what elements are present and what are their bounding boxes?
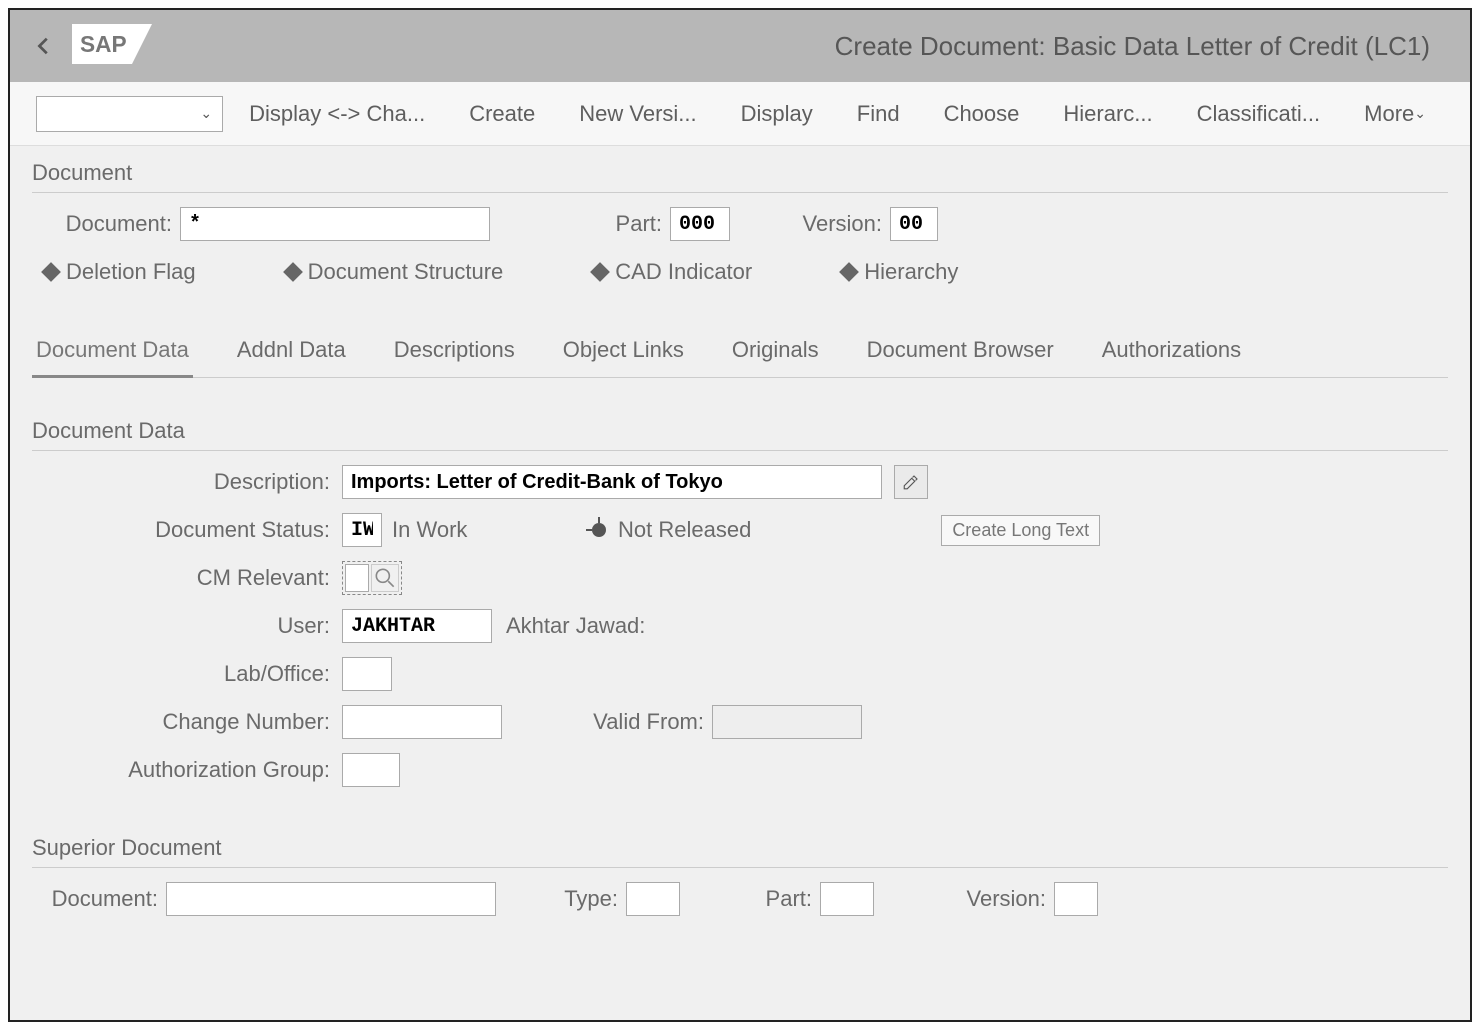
- tb-create[interactable]: Create: [451, 95, 553, 133]
- superior-document-section: Superior Document Document: Type: Part: …: [32, 835, 1448, 916]
- document-input[interactable]: [180, 207, 490, 241]
- auth-label: Authorization Group:: [32, 757, 342, 783]
- tb-more[interactable]: More⌄: [1346, 95, 1444, 133]
- tb-choose[interactable]: Choose: [926, 95, 1038, 133]
- sup-version-input[interactable]: [1054, 882, 1098, 916]
- tab-addnl-data[interactable]: Addnl Data: [233, 329, 350, 377]
- document-heading: Document: [32, 160, 1448, 186]
- svg-text:SAP: SAP: [80, 31, 127, 57]
- valid-from-input: [712, 705, 862, 739]
- tb-more-label: More: [1364, 101, 1414, 127]
- cm-search-button[interactable]: [371, 564, 399, 592]
- diamond-icon: [283, 262, 303, 282]
- tb-hierarchy[interactable]: Hierarc...: [1045, 95, 1170, 133]
- chevron-down-icon: ⌄: [1414, 105, 1426, 122]
- content-area: Document Document: Part: Version: Deleti…: [10, 146, 1470, 1020]
- titlebar: SAP Create Document: Basic Data Letter o…: [10, 10, 1470, 82]
- tb-display[interactable]: Display: [723, 95, 831, 133]
- create-long-text-button[interactable]: Create Long Text: [941, 515, 1100, 546]
- tb-classification[interactable]: Classificati...: [1179, 95, 1338, 133]
- page-title: Create Document: Basic Data Letter of Cr…: [835, 31, 1430, 62]
- not-released-text: Not Released: [618, 517, 751, 543]
- tab-document-data[interactable]: Document Data: [32, 329, 193, 378]
- divider: [32, 192, 1448, 193]
- chevron-down-icon: ⌄: [200, 105, 212, 122]
- document-data-section: Document Data Description: Document Stat…: [32, 418, 1448, 787]
- part-label: Part:: [490, 211, 670, 237]
- tab-strip: Document Data Addnl Data Descriptions Ob…: [32, 329, 1448, 378]
- toolbar-dropdown[interactable]: ⌄: [36, 96, 223, 132]
- docdata-heading: Document Data: [32, 418, 1448, 444]
- pencil-icon: [902, 473, 920, 491]
- authorization-group-input[interactable]: [342, 753, 400, 787]
- change-label: Change Number:: [32, 709, 342, 735]
- tab-descriptions[interactable]: Descriptions: [390, 329, 519, 377]
- app-window: SAP Create Document: Basic Data Letter o…: [8, 8, 1472, 1022]
- sap-logo: SAP: [72, 24, 152, 69]
- lab-input[interactable]: [342, 657, 392, 691]
- tab-object-links[interactable]: Object Links: [559, 329, 688, 377]
- sup-version-label: Version:: [874, 886, 1054, 912]
- tb-new-version[interactable]: New Versi...: [561, 95, 714, 133]
- superior-heading: Superior Document: [32, 835, 1448, 861]
- lab-label: Lab/Office:: [32, 661, 342, 687]
- diamond-icon: [590, 262, 610, 282]
- divider: [32, 867, 1448, 868]
- document-section: Document Document: Part: Version: Deleti…: [32, 160, 1448, 285]
- sup-type-input[interactable]: [626, 882, 680, 916]
- user-name-text: Akhtar Jawad:: [506, 613, 645, 639]
- version-input[interactable]: [890, 207, 938, 241]
- indicator-deletion-flag[interactable]: Deletion Flag: [44, 259, 196, 285]
- cm-relevant-wrapper: [342, 561, 402, 595]
- part-input[interactable]: [670, 207, 730, 241]
- valid-from-label: Valid From:: [502, 709, 712, 735]
- indicator-cad[interactable]: CAD Indicator: [593, 259, 752, 285]
- status-dot-icon: [592, 523, 606, 537]
- description-input[interactable]: [342, 465, 882, 499]
- indicator-hierarchy[interactable]: Hierarchy: [842, 259, 958, 285]
- sup-part-label: Part:: [680, 886, 820, 912]
- diamond-icon: [839, 262, 859, 282]
- cm-relevant-input[interactable]: [345, 564, 369, 592]
- sup-document-label: Document:: [46, 886, 166, 912]
- back-button[interactable]: [26, 28, 62, 64]
- tab-document-browser[interactable]: Document Browser: [863, 329, 1058, 377]
- description-label: Description:: [32, 469, 342, 495]
- document-label: Document:: [60, 211, 180, 237]
- status-text: In Work: [392, 517, 592, 543]
- chevron-left-icon: [33, 35, 55, 57]
- status-code-input[interactable]: [342, 513, 382, 547]
- user-label: User:: [32, 613, 342, 639]
- indicator-row: Deletion Flag Document Structure CAD Ind…: [32, 249, 1448, 285]
- toolbar: ⌄ Display <-> Cha... Create New Versi...…: [10, 82, 1470, 146]
- diamond-icon: [41, 262, 61, 282]
- sup-document-input[interactable]: [166, 882, 496, 916]
- indicator-document-structure[interactable]: Document Structure: [286, 259, 504, 285]
- version-label: Version:: [730, 211, 890, 237]
- cm-label: CM Relevant:: [32, 565, 342, 591]
- tb-find[interactable]: Find: [839, 95, 918, 133]
- change-number-input[interactable]: [342, 705, 502, 739]
- status-label: Document Status:: [32, 517, 342, 543]
- sup-part-input[interactable]: [820, 882, 874, 916]
- edit-description-button[interactable]: [894, 465, 928, 499]
- user-input[interactable]: [342, 609, 492, 643]
- tab-originals[interactable]: Originals: [728, 329, 823, 377]
- tab-authorizations[interactable]: Authorizations: [1098, 329, 1245, 377]
- sup-type-label: Type:: [496, 886, 626, 912]
- tb-display-change[interactable]: Display <-> Cha...: [231, 95, 443, 133]
- divider: [32, 450, 1448, 451]
- search-icon: [372, 565, 398, 591]
